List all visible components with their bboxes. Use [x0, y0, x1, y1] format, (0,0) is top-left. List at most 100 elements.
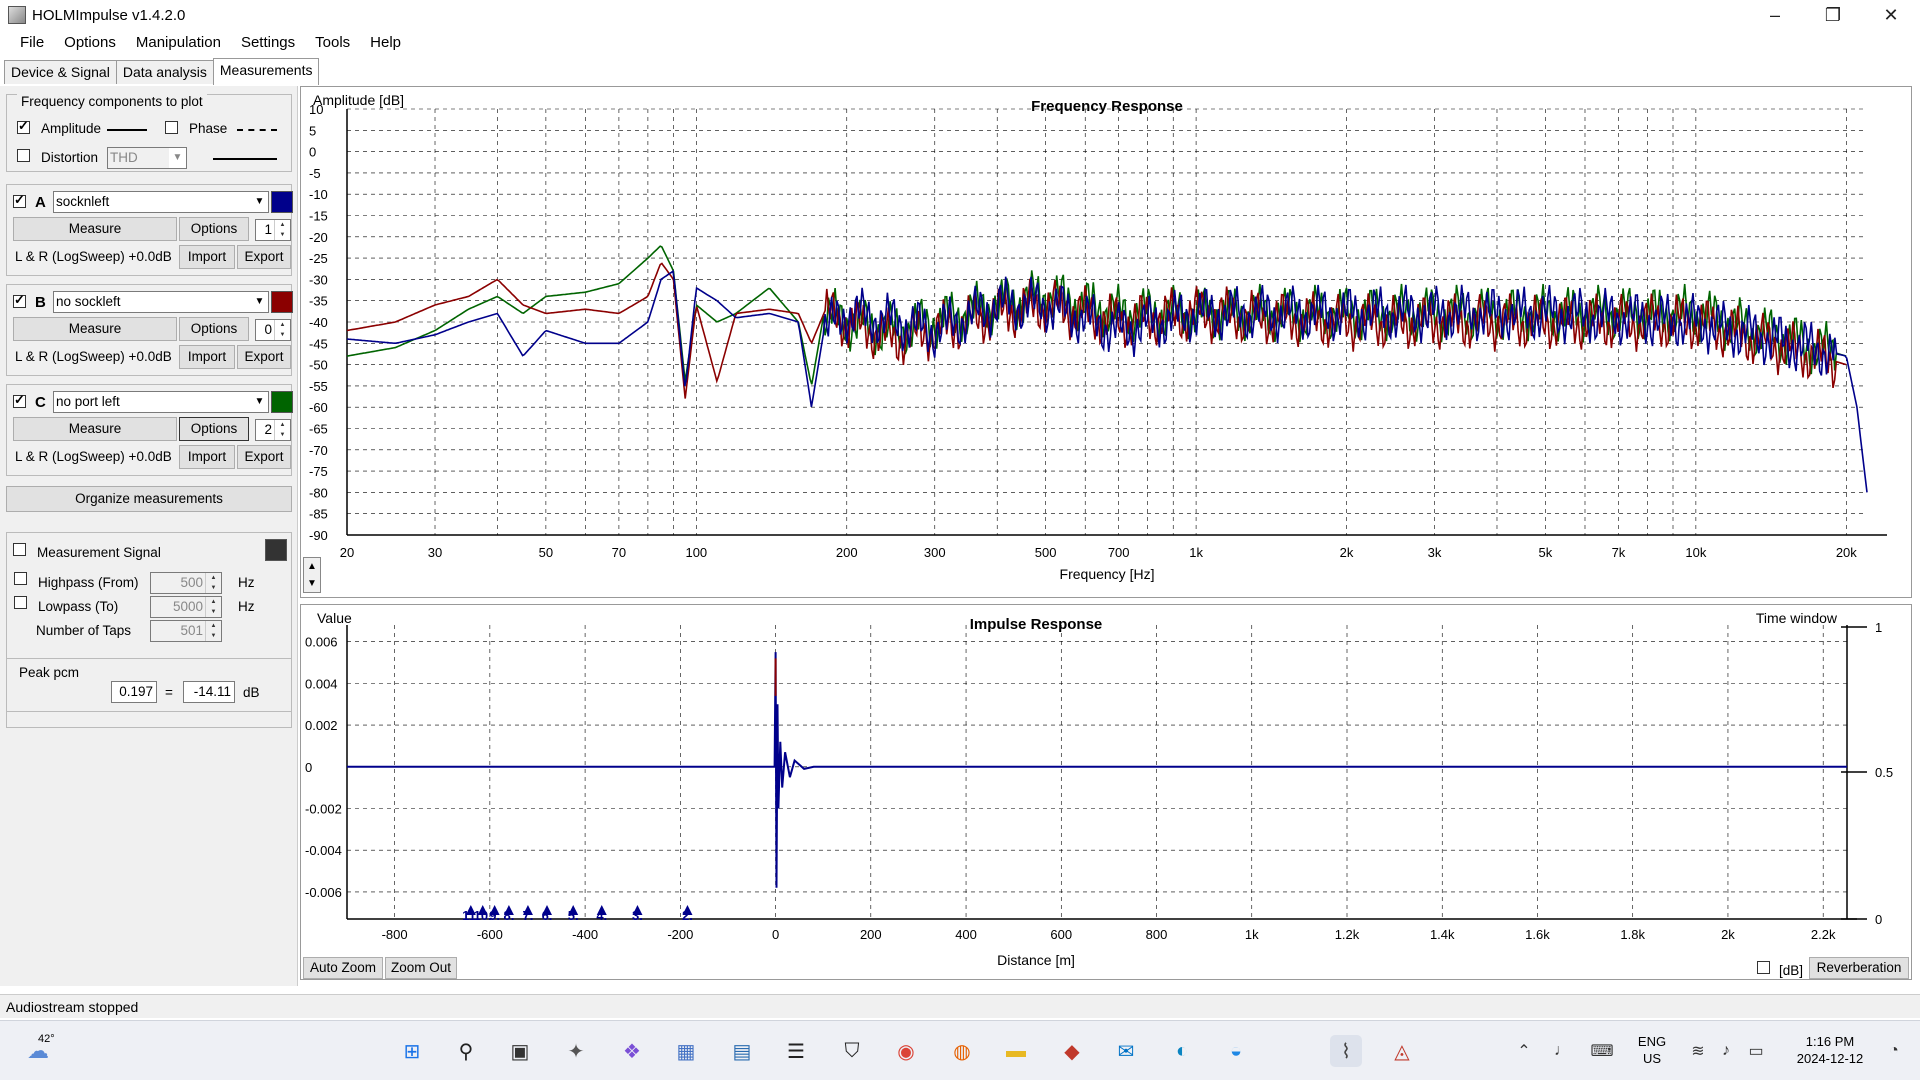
channel-c-measure-button[interactable]: Measure	[13, 417, 177, 441]
battery-icon[interactable]: ▭	[1740, 1035, 1772, 1067]
store-icon[interactable]: ⛉	[836, 1035, 868, 1067]
channel-a-info: L & R (LogSweep) +0.0dB	[15, 249, 172, 264]
channel-a-select[interactable]: socknleft ▼	[53, 191, 269, 213]
channel-a-color-swatch[interactable]	[271, 191, 293, 213]
menu-options[interactable]: Options	[54, 30, 126, 56]
outlook-icon[interactable]: ✉	[1110, 1035, 1142, 1067]
channel-a-measure-button[interactable]: Measure	[13, 217, 177, 241]
menu-help[interactable]: Help	[360, 30, 411, 56]
fr-title: Frequency Response	[1031, 98, 1183, 115]
calculator-icon[interactable]: ▦	[670, 1035, 702, 1067]
tab-device-signal[interactable]: Device & Signal	[4, 60, 117, 84]
distortion-select-value: THD	[110, 150, 138, 165]
file-explorer-icon[interactable]: ▬	[1000, 1035, 1032, 1067]
phase-label: Phase	[189, 121, 228, 136]
channel-a-export-button[interactable]: Export	[237, 245, 291, 269]
measurement-signal-color-swatch[interactable]	[265, 539, 287, 561]
taps-input[interactable]: 501	[150, 620, 222, 642]
measurement-signal-checkbox[interactable]	[13, 543, 26, 556]
menu-file[interactable]: File	[10, 30, 54, 56]
channel-a-options-button[interactable]: Options	[179, 217, 249, 241]
auto-zoom-button[interactable]: Auto Zoom	[303, 957, 383, 979]
app-icon-1[interactable]: ✦	[560, 1035, 592, 1067]
channel-b-measure-button[interactable]: Measure	[13, 317, 177, 341]
volume-icon[interactable]: ♪	[1710, 1035, 1742, 1067]
notepad-icon[interactable]: ▤	[726, 1035, 758, 1067]
firefox-icon[interactable]: ◍	[946, 1035, 978, 1067]
channel-c-checkbox[interactable]	[13, 392, 26, 408]
keyboard-icon[interactable]: ⌨	[1586, 1035, 1618, 1067]
tab-data-analysis[interactable]: Data analysis	[115, 60, 214, 84]
frequency-response-chart[interactable]: Amplitude [dB] Frequency Response Frequenc…	[301, 87, 1913, 599]
chevron-up-icon[interactable]: ⌃	[1508, 1035, 1540, 1067]
phase-checkbox[interactable]	[165, 121, 178, 134]
fr-xlabel: Frequency [Hz]	[1060, 566, 1155, 582]
organize-measurements-button[interactable]: Organize measurements	[6, 486, 292, 512]
menu-manipulation[interactable]: Manipulation	[126, 30, 231, 56]
channel-c-options-button[interactable]: Options	[179, 417, 249, 441]
reverberation-button[interactable]: Reverberation	[1809, 957, 1909, 979]
task-view-icon[interactable]: ▣	[504, 1035, 536, 1067]
holmimpulse-taskbar-icon[interactable]: ⌇	[1330, 1035, 1362, 1067]
notification-icon[interactable]: ◔	[1878, 1035, 1910, 1067]
ir-x-tick: -800	[382, 927, 408, 942]
app-icon-2[interactable]: ◆	[1056, 1035, 1088, 1067]
zoom-out-button[interactable]: Zoom Out	[385, 957, 457, 979]
peak-unit: dB	[243, 685, 260, 700]
channel-c-spinner[interactable]: 2	[255, 419, 291, 441]
language-indicator[interactable]: ENG US	[1632, 1033, 1672, 1067]
channel-c-name: no port left	[56, 394, 120, 409]
app-icon-3[interactable]: ◒	[1220, 1035, 1252, 1067]
highpass-input[interactable]: 500	[150, 572, 222, 594]
channel-b-color-swatch[interactable]	[271, 291, 293, 313]
copilot-icon[interactable]: ❖	[616, 1035, 648, 1067]
channel-a-import-button[interactable]: Import	[179, 245, 235, 269]
fr-x-tick: 50	[539, 545, 553, 560]
frequency-response-panel[interactable]: Amplitude [dB] Frequency Response Frequenc…	[300, 86, 1912, 598]
fr-y-tick: -5	[309, 166, 321, 181]
db-label: [dB]	[1779, 963, 1804, 978]
clock[interactable]: 1:16 PM 2024-12-12	[1780, 1033, 1880, 1067]
distortion-select[interactable]: THD ▼	[107, 147, 187, 169]
acrobat-icon[interactable]: ◬	[1386, 1035, 1418, 1067]
close-button[interactable]: ✕	[1862, 0, 1920, 30]
minimize-button[interactable]: –	[1746, 0, 1804, 30]
channel-b-export-button[interactable]: Export	[237, 345, 291, 369]
impulse-response-panel[interactable]: Value Impulse Response Time window Distance…	[300, 604, 1912, 980]
amplitude-line-sample	[107, 129, 147, 131]
channel-b-select[interactable]: no sockleft ▼	[53, 291, 269, 313]
channel-b-checkbox[interactable]	[13, 292, 26, 308]
chrome-icon[interactable]: ◉	[890, 1035, 922, 1067]
impulse-response-chart[interactable]: Value Impulse Response Time window Distance…	[301, 605, 1913, 981]
microphone-icon[interactable]: ♩	[1546, 1035, 1578, 1067]
search-icon[interactable]: ⚲	[450, 1035, 482, 1067]
fr-x-tick: 200	[836, 545, 858, 560]
distortion-checkbox[interactable]	[17, 149, 30, 162]
fr-x-tick: 20	[340, 545, 354, 560]
tab-measurements[interactable]: Measurements	[212, 58, 320, 85]
channel-c-color-swatch[interactable]	[271, 391, 293, 413]
channel-b-options-button[interactable]: Options	[179, 317, 249, 341]
lowpass-input[interactable]: 5000	[150, 596, 222, 618]
channel-a-spinner[interactable]: 1	[255, 219, 291, 241]
lowpass-checkbox[interactable]	[14, 596, 27, 609]
channel-c-import-button[interactable]: Import	[179, 445, 235, 469]
channel-c-export-button[interactable]: Export	[237, 445, 291, 469]
amplitude-checkbox[interactable]	[17, 118, 30, 134]
maximize-button[interactable]: ❐	[1804, 0, 1862, 30]
highpass-checkbox[interactable]	[14, 572, 27, 585]
channel-b-import-button[interactable]: Import	[179, 345, 235, 369]
edge-icon[interactable]: ◐	[1166, 1035, 1198, 1067]
menu-settings[interactable]: Settings	[231, 30, 305, 56]
channel-b-spinner[interactable]: 0	[255, 319, 291, 341]
db-checkbox[interactable]	[1757, 961, 1770, 974]
chevron-down-icon: ▼	[169, 148, 186, 168]
ir-y-tick: 0	[305, 760, 312, 775]
fr-x-tick: 3k	[1428, 545, 1442, 560]
terminal-icon[interactable]: ☰	[780, 1035, 812, 1067]
scroll-arrows-icon[interactable]: ▲ ▼	[303, 557, 321, 593]
menu-tools[interactable]: Tools	[305, 30, 360, 56]
channel-a-checkbox[interactable]	[13, 192, 26, 208]
windows-start-icon[interactable]: ⊞	[396, 1035, 428, 1067]
channel-c-select[interactable]: no port left ▼	[53, 391, 269, 413]
